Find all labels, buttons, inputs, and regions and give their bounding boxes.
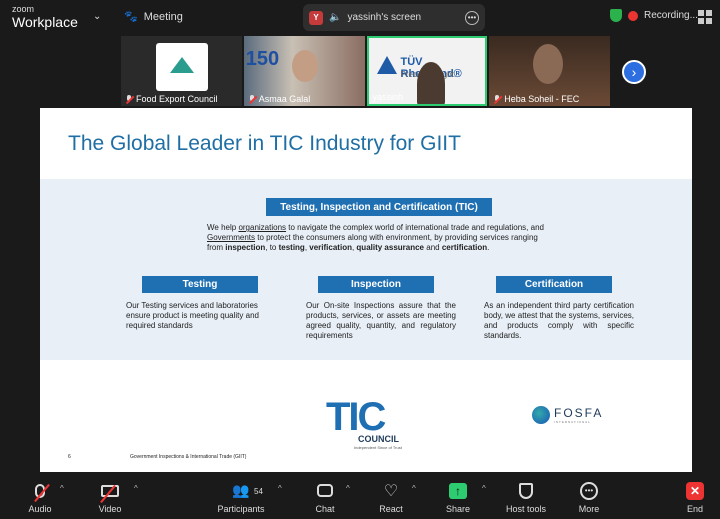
react-label: React — [379, 503, 403, 514]
participant-name: Heba Soheil - FEC — [504, 94, 580, 104]
share-options-caret[interactable]: ^ — [482, 484, 486, 493]
participant-face — [291, 50, 318, 82]
globe-icon — [532, 406, 550, 424]
intro-paragraph: We help organizations to navigate the co… — [207, 223, 544, 252]
screen-share-label: yassinh's screen — [347, 12, 422, 23]
more-label: More — [578, 503, 600, 514]
more-button[interactable]: ••• More — [574, 474, 604, 519]
speaker-icon: 🔈 — [329, 12, 342, 23]
shield-icon — [519, 482, 533, 499]
footer-text: Government Inspections & International T… — [130, 454, 247, 460]
participant-face — [416, 62, 445, 104]
video-off-icon — [100, 484, 119, 503]
participants-label: Participants — [217, 503, 265, 514]
fosfa-logo: FOSFA INTERNATIONAL — [532, 406, 603, 424]
close-icon: ✕ — [686, 481, 704, 500]
fosfa-name: FOSFA — [554, 406, 604, 420]
tic-logo-letters: TIC — [326, 395, 386, 439]
video-label: Video — [98, 503, 122, 514]
participant-name: Food Export Council — [136, 94, 218, 104]
muted-mic-icon — [248, 94, 256, 104]
slide-footer: 6 Government Inspections & International… — [68, 454, 246, 460]
share-label: Share — [445, 503, 471, 514]
participant-strip: Food Export Council 150 Asmaa Galal TÜV … — [121, 36, 610, 106]
participants-icon: 👥 — [232, 482, 250, 498]
meeting-label: Meeting — [143, 10, 183, 23]
zoom-logo: zoom Workplace — [12, 4, 78, 30]
chevron-down-icon[interactable]: ⌄ — [93, 11, 101, 22]
paw-icon: 🐾 — [124, 11, 138, 23]
participants-button[interactable]: 👥 Participants — [212, 474, 270, 519]
participant-tile[interactable]: Food Export Council — [121, 36, 242, 106]
page-number: 6 — [68, 454, 71, 460]
column-body: Our On-site Inspections assure that the … — [306, 301, 456, 340]
participants-count: 54 — [254, 487, 263, 496]
shared-slide: The Global Leader in TIC Industry for GI… — [40, 108, 692, 472]
chat-label: Chat — [315, 503, 335, 514]
testing-column: Testing Our Testing services and laborat… — [126, 276, 276, 331]
certification-column: Certification As an independent third pa… — [484, 276, 634, 341]
muted-mic-icon — [493, 94, 501, 104]
brand-top: zoom — [12, 4, 35, 14]
tic-logo-sub: Independent Since of Trust — [354, 445, 402, 450]
sharer-avatar: Y — [309, 10, 323, 25]
tic-logo-council: COUNCIL — [358, 434, 399, 444]
column-body: Our Testing services and laboratories en… — [126, 301, 259, 330]
audio-label: Audio — [28, 503, 52, 514]
participant-name: Asmaa Galal — [258, 94, 311, 104]
inspection-column: Inspection Our On-site Inspections assur… — [306, 276, 456, 341]
column-heading: Testing — [142, 276, 258, 293]
food-export-council-logo — [156, 43, 208, 91]
muted-mic-icon — [125, 94, 133, 104]
screen-share-indicator[interactable]: Y 🔈 yassinh's screen ••• — [303, 4, 485, 31]
slide-title: The Global Leader in TIC Industry for GI… — [68, 132, 461, 155]
muted-microphone-icon — [34, 483, 50, 502]
security-shield-icon[interactable] — [610, 9, 622, 22]
recording-label: Recording... — [644, 10, 698, 21]
column-heading: Inspection — [318, 276, 434, 293]
recording-status[interactable]: Recording... — [610, 9, 698, 22]
end-button[interactable]: ✕ End — [682, 474, 708, 519]
heart-icon: ♡ — [383, 482, 399, 500]
tic-heading: Testing, Inspection and Certification (T… — [266, 198, 492, 216]
video-button[interactable]: Video — [92, 474, 128, 519]
participant-tile-active-speaker[interactable]: TÜV Rheinland® Precisely Right. yassinh — [366, 36, 488, 106]
participant-tile[interactable]: Heba Soheil - FEC — [489, 36, 610, 106]
tic-section: Testing, Inspection and Certification (T… — [40, 179, 692, 360]
video-options-caret[interactable]: ^ — [134, 484, 138, 493]
share-button[interactable]: ↑ Share — [442, 474, 474, 519]
meeting-menu[interactable]: 🐾 Meeting — [124, 10, 183, 24]
host-tools-button[interactable]: Host tools — [502, 474, 550, 519]
meeting-toolbar: Audio ^ Video ^ 👥 Participants 54 ^ Chat… — [0, 474, 720, 519]
end-label: End — [686, 503, 703, 514]
record-dot-icon — [628, 10, 638, 21]
tic-council-logo: TIC COUNCIL Independent Since of Trust — [326, 395, 410, 450]
column-heading: Certification — [496, 276, 612, 293]
chat-icon — [317, 484, 333, 497]
chat-options-caret[interactable]: ^ — [346, 484, 350, 493]
column-body: As an independent third party certificat… — [484, 301, 634, 340]
more-options-icon[interactable]: ••• — [465, 10, 479, 25]
participant-name: yassinh — [372, 92, 404, 102]
share-arrow-icon: ↑ — [449, 482, 467, 499]
view-grid-icon[interactable] — [698, 10, 712, 24]
next-page-arrow-icon[interactable]: › — [622, 60, 646, 84]
top-bar: zoom Workplace ⌄ 🐾 Meeting Y 🔈 yassinh's… — [0, 0, 720, 36]
more-icon: ••• — [580, 481, 598, 500]
audio-button[interactable]: Audio — [22, 474, 58, 519]
chat-button[interactable]: Chat — [308, 474, 342, 519]
participant-tile[interactable]: 150 Asmaa Galal — [243, 36, 365, 106]
brand-bottom: Workplace — [12, 14, 78, 30]
react-options-caret[interactable]: ^ — [412, 484, 416, 493]
tuv-logo-icon — [376, 56, 397, 74]
audio-options-caret[interactable]: ^ — [60, 484, 64, 493]
react-button[interactable]: ♡ React — [374, 474, 408, 519]
background-text: 150 — [245, 48, 280, 70]
host-tools-label: Host tools — [505, 503, 547, 514]
fosfa-sub: INTERNATIONAL — [554, 420, 591, 424]
participants-options-caret[interactable]: ^ — [278, 484, 282, 493]
